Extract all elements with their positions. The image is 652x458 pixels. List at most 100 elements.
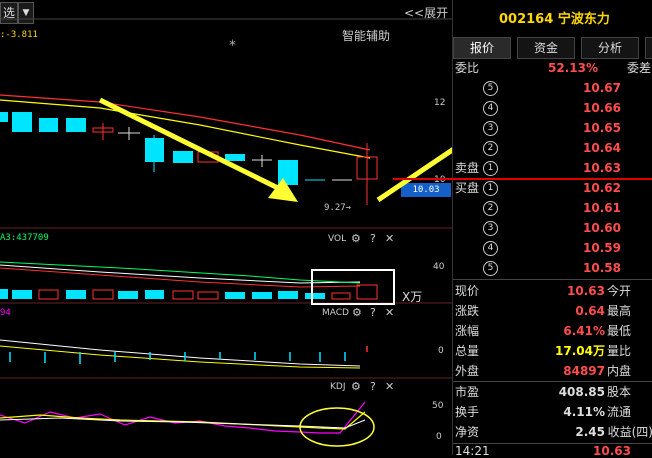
vol-left-label: A3:437709 [0,233,49,243]
tick-time: 14:21 [455,444,490,458]
tab-quote[interactable]: 报价 [453,37,511,59]
stat-label: 外盘 [455,364,480,378]
buy-3-row: 3 10.60 [453,218,652,238]
buy-2-row: 2 10.61 [453,198,652,218]
buy-4-price: 10.59 [583,241,621,255]
stat-row-outer: 外盘 84897 内盘 [453,361,652,381]
buy-5-num: 5 [483,261,498,276]
stat-value: 0.64 [575,304,605,318]
buy-5-price: 10.58 [583,261,621,275]
macd-axis-label: 0 [438,346,444,356]
stat-label: 总量 [455,344,480,358]
stock-title: 002164 宁波东力 [499,8,610,27]
buy-1-row: 买盘 1 10.62 [453,178,652,198]
stat-row-pe: 市盈 408.85 股本 [453,382,652,402]
stat-right-label: 最高 [606,304,631,318]
weibi-row: 委比 52.13% 委差 [453,58,652,78]
tab-funds[interactable]: 资金 [517,37,575,59]
sell-4-price: 10.66 [583,101,621,115]
quote-panel: 002164 宁波东力 报价 资金 分析 委比 52.13% 委差 5 10.6… [393,0,652,458]
buy-3-num: 3 [483,221,498,236]
sell-3-row: 3 10.65 [453,118,652,138]
kdj-close-icon[interactable]: ✕ [385,380,394,393]
stat-right-label: 流通 [606,405,631,419]
stat-row-volume: 总量 17.04万 量比 [453,341,652,361]
macd-left-label: 94 [0,308,11,318]
kdj-axis-top: 50 [432,401,444,411]
vol-unit-label: X万 [402,290,423,304]
sell-2-price: 10.64 [583,141,621,155]
kdj-title: KDJ [330,382,346,392]
kdj-help-icon[interactable]: ? [370,380,376,393]
stat-label: 市盈 [455,385,480,399]
buy-5-row: 5 10.58 [453,258,652,278]
tab-analysis[interactable]: 分析 [581,37,639,59]
sell-4-row: 4 10.66 [453,98,652,118]
stat-row-pct: 涨幅 6.41% 最低 [453,321,652,341]
sell-4-num: 4 [483,101,498,116]
stock-code: 002164 [499,12,554,27]
buy-1-num: 1 [483,181,498,196]
stat-value: 84897 [563,364,605,378]
weicha-label: 委差 [626,61,651,75]
stat-label: 涨幅 [455,324,480,338]
macd-gear-icon[interactable]: ⚙ [352,306,362,319]
stat-label: 现价 [455,284,480,298]
vol-gear-icon[interactable]: ⚙ [351,232,361,245]
stat-row-price: 现价 10.63 今开 [453,281,652,301]
kdj-axis-bottom: 0 [436,432,442,442]
buy-3-price: 10.60 [583,221,621,235]
stat-label: 换手 [455,405,480,419]
stat-right-label: 最低 [606,324,631,338]
sell-5-num: 5 [483,81,498,96]
buy-1-price: 10.62 [583,181,621,195]
stat-value: 408.85 [558,385,605,399]
weibi-label: 委比 [455,61,480,75]
stat-value: 4.11% [563,405,605,419]
stat-row-netasset: 净资 2.45 收益(四) [453,422,652,442]
sell-1-label: 卖盘 [455,161,480,175]
tab-overflow[interactable] [645,37,652,59]
stat-value: 17.04万 [555,344,605,358]
weibi-value: 52.13% [548,61,598,75]
tick-price: 10.63 [593,444,631,458]
sell-1-row: 卖盘 1 10.63 [453,158,652,178]
vol-axis-label: 40 [433,262,445,272]
stat-right-label: 今开 [606,284,631,298]
stat-right-label: 股本 [606,385,631,399]
macd-help-icon[interactable]: ? [370,306,376,319]
sell-1-price: 10.63 [583,161,621,175]
sell-2-row: 2 10.64 [453,138,652,158]
macd-close-icon[interactable]: ✕ [385,306,394,319]
stat-row-change: 涨跌 0.64 最高 [453,301,652,321]
stock-name: 宁波东力 [557,12,610,27]
stat-value: 6.41% [563,324,605,338]
sell-3-num: 3 [483,121,498,136]
stat-row-turnover: 换手 4.11% 流通 [453,402,652,422]
sell-1-num: 1 [483,161,498,176]
sell-2-num: 2 [483,141,498,156]
sell-5-price: 10.67 [583,81,621,95]
stats-divider [453,279,652,280]
sell-5-row: 5 10.67 [453,78,652,98]
stat-label: 净资 [455,425,480,439]
kdj-gear-icon[interactable]: ⚙ [351,380,361,393]
vol-title: VOL [328,234,347,244]
stat-right-label: 收益(四) [607,425,652,439]
stat-right-label: 量比 [606,344,631,358]
buy-4-row: 4 10.59 [453,238,652,258]
vol-close-icon[interactable]: ✕ [385,232,394,245]
buy-4-num: 4 [483,241,498,256]
candles [0,112,378,205]
sell-3-price: 10.65 [583,121,621,135]
stat-value: 2.45 [575,425,605,439]
stat-label: 涨跌 [455,304,480,318]
vol-help-icon[interactable]: ? [370,232,376,245]
buy-2-num: 2 [483,201,498,216]
macd-title: MACD [322,308,349,318]
chart-area[interactable]: 选 ▼ <<展开 :-3.811 智能辅助 * 12 10 9.27→ 10.0… [0,0,452,455]
stat-right-label: 内盘 [606,364,631,378]
buy-1-label: 买盘 [455,181,480,195]
stat-value: 10.63 [567,284,605,298]
buy-2-price: 10.61 [583,201,621,215]
